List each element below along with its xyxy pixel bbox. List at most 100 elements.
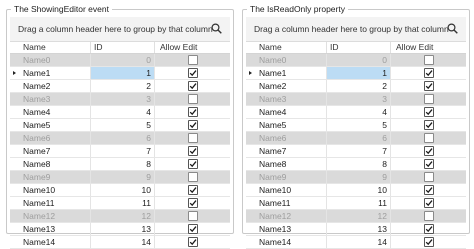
id-cell[interactable]: 1 xyxy=(327,67,391,79)
allow-edit-checkbox[interactable] xyxy=(187,224,198,234)
table-row[interactable]: Name6 6 xyxy=(246,132,466,145)
id-cell[interactable]: 11 xyxy=(327,197,391,209)
name-cell[interactable]: Name13 xyxy=(21,223,91,235)
table-row[interactable]: Name14 14 xyxy=(10,236,230,249)
row-indicator-cell[interactable] xyxy=(10,145,20,157)
table-row[interactable]: Name11 11 xyxy=(246,197,466,210)
row-indicator-cell[interactable] xyxy=(10,171,20,183)
row-indicator-cell[interactable] xyxy=(246,119,256,131)
id-cell[interactable]: 14 xyxy=(327,236,391,248)
row-indicator-cell[interactable] xyxy=(246,210,256,222)
id-cell[interactable]: 4 xyxy=(91,106,155,118)
name-cell[interactable]: Name1 xyxy=(257,67,327,79)
allow-edit-checkbox[interactable] xyxy=(423,172,434,182)
column-header-name[interactable]: Name xyxy=(21,42,91,53)
allow-edit-checkbox[interactable] xyxy=(187,211,198,221)
allow-edit-checkbox[interactable] xyxy=(423,133,434,143)
allow-edit-checkbox[interactable] xyxy=(423,211,434,221)
row-indicator-cell[interactable] xyxy=(246,236,256,248)
row-indicator-cell[interactable] xyxy=(10,197,20,209)
table-row[interactable]: Name6 6 xyxy=(10,132,230,145)
allow-edit-checkbox[interactable] xyxy=(423,55,434,65)
id-cell[interactable]: 1 xyxy=(91,67,155,79)
row-indicator-cell[interactable] xyxy=(10,80,20,92)
allow-edit-checkbox[interactable] xyxy=(187,68,198,78)
name-cell[interactable]: Name11 xyxy=(257,197,327,209)
allow-edit-checkbox[interactable] xyxy=(187,94,198,104)
row-indicator-cell[interactable] xyxy=(246,80,256,92)
table-row[interactable]: Name9 9 xyxy=(10,171,230,184)
table-row[interactable]: Name9 9 xyxy=(246,171,466,184)
id-cell[interactable]: 7 xyxy=(91,145,155,157)
row-indicator-cell[interactable] xyxy=(10,54,20,66)
allow-edit-checkbox[interactable] xyxy=(423,107,434,117)
column-header-name[interactable]: Name xyxy=(257,42,327,53)
table-row[interactable]: Name2 2 xyxy=(10,80,230,93)
table-row[interactable]: Name8 8 xyxy=(10,158,230,171)
id-cell[interactable]: 11 xyxy=(91,197,155,209)
row-indicator-cell[interactable] xyxy=(10,119,20,131)
allow-edit-checkbox[interactable] xyxy=(187,146,198,156)
row-indicator-cell[interactable] xyxy=(10,158,20,170)
table-row[interactable]: Name1 1 xyxy=(246,67,466,80)
table-row[interactable]: Name13 13 xyxy=(10,223,230,236)
allow-edit-checkbox[interactable] xyxy=(423,185,434,195)
name-cell[interactable]: Name2 xyxy=(21,80,91,92)
table-row[interactable]: Name14 14 xyxy=(246,236,466,249)
data-grid[interactable]: Name ID Allow Edit Name0 0 Name1 1 Name2 2 Nam… xyxy=(246,42,466,249)
name-cell[interactable]: Name5 xyxy=(257,119,327,131)
table-row[interactable]: Name11 11 xyxy=(10,197,230,210)
table-row[interactable]: Name4 4 xyxy=(10,106,230,119)
row-indicator-cell[interactable] xyxy=(246,197,256,209)
column-header-id[interactable]: ID xyxy=(91,42,155,53)
table-row[interactable]: Name13 13 xyxy=(246,223,466,236)
allow-edit-checkbox[interactable] xyxy=(423,198,434,208)
row-indicator-cell[interactable] xyxy=(246,223,256,235)
allow-edit-checkbox[interactable] xyxy=(423,68,434,78)
allow-edit-checkbox[interactable] xyxy=(187,120,198,130)
id-cell[interactable]: 2 xyxy=(91,80,155,92)
id-cell[interactable]: 4 xyxy=(327,106,391,118)
row-indicator-cell[interactable] xyxy=(10,67,20,79)
allow-edit-checkbox[interactable] xyxy=(187,185,198,195)
table-row[interactable]: Name3 3 xyxy=(246,93,466,106)
name-cell[interactable]: Name8 xyxy=(257,158,327,170)
allow-edit-checkbox[interactable] xyxy=(187,133,198,143)
allow-edit-checkbox[interactable] xyxy=(423,81,434,91)
row-indicator-cell[interactable] xyxy=(10,223,20,235)
name-cell[interactable]: Name10 xyxy=(21,184,91,196)
id-cell[interactable]: 8 xyxy=(91,158,155,170)
id-cell[interactable]: 13 xyxy=(91,223,155,235)
name-cell[interactable]: Name2 xyxy=(257,80,327,92)
column-header-allow-edit[interactable]: Allow Edit xyxy=(155,42,230,53)
id-cell[interactable]: 14 xyxy=(91,236,155,248)
row-indicator-cell[interactable] xyxy=(10,132,20,144)
allow-edit-checkbox[interactable] xyxy=(423,94,434,104)
id-cell[interactable]: 8 xyxy=(327,158,391,170)
table-row[interactable]: Name4 4 xyxy=(246,106,466,119)
allow-edit-checkbox[interactable] xyxy=(187,198,198,208)
id-cell[interactable]: 10 xyxy=(91,184,155,196)
id-cell[interactable]: 5 xyxy=(327,119,391,131)
table-row[interactable]: Name5 5 xyxy=(10,119,230,132)
search-icon[interactable] xyxy=(447,23,458,34)
allow-edit-checkbox[interactable] xyxy=(423,237,434,247)
table-row[interactable]: Name12 12 xyxy=(10,210,230,223)
group-panel[interactable]: Drag a column header here to group by th… xyxy=(10,17,230,42)
row-indicator-cell[interactable] xyxy=(246,145,256,157)
name-cell[interactable]: Name7 xyxy=(257,145,327,157)
row-indicator-cell[interactable] xyxy=(246,184,256,196)
allow-edit-checkbox[interactable] xyxy=(187,55,198,65)
allow-edit-checkbox[interactable] xyxy=(187,107,198,117)
data-grid[interactable]: Name ID Allow Edit Name0 0 Name1 1 Name2 2 Nam… xyxy=(10,42,230,249)
name-cell[interactable]: Name4 xyxy=(21,106,91,118)
table-row[interactable]: Name7 7 xyxy=(10,145,230,158)
id-cell[interactable]: 2 xyxy=(327,80,391,92)
group-panel[interactable]: Drag a column header here to group by th… xyxy=(246,17,466,42)
table-row[interactable]: Name10 10 xyxy=(246,184,466,197)
table-row[interactable]: Name0 0 xyxy=(246,54,466,67)
row-indicator-cell[interactable] xyxy=(246,67,256,79)
row-indicator-cell[interactable] xyxy=(246,54,256,66)
name-cell[interactable]: Name7 xyxy=(21,145,91,157)
row-indicator-cell[interactable] xyxy=(246,132,256,144)
